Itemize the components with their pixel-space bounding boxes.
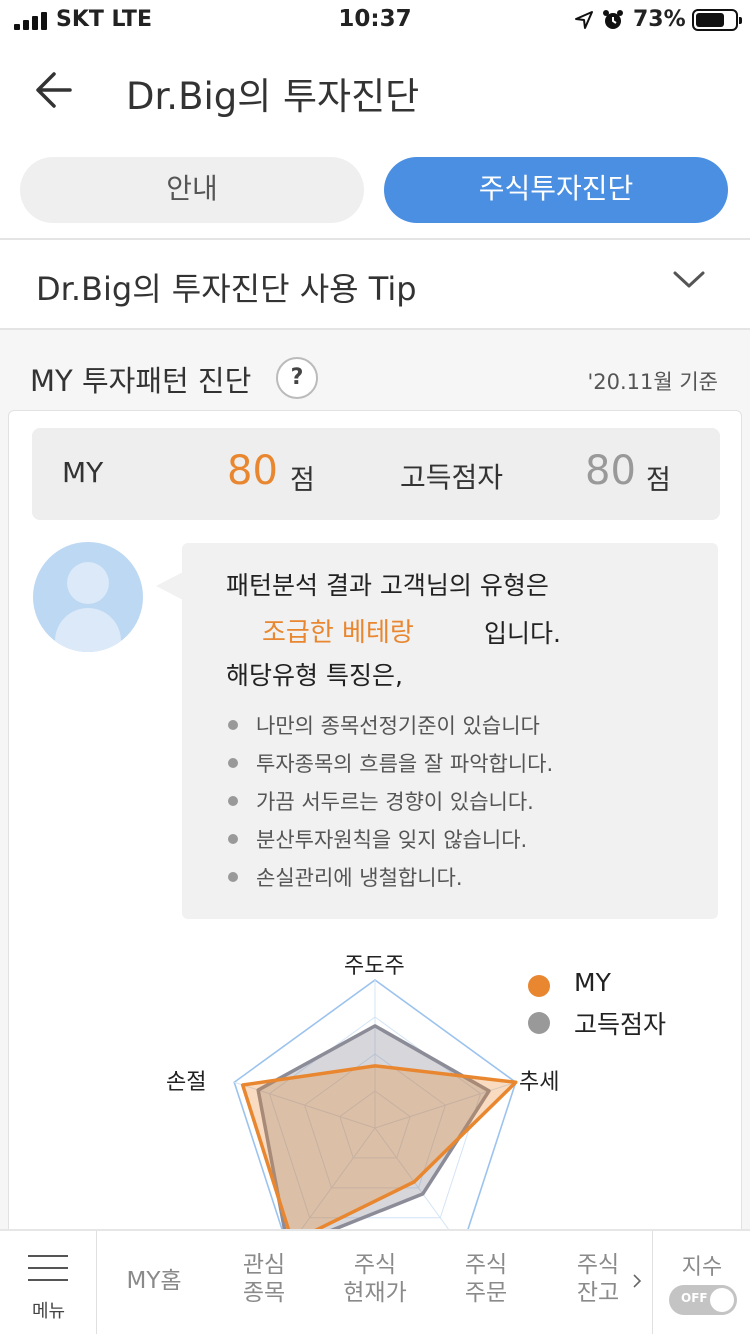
- app-header: Dr.Big의 투자진단: [0, 48, 750, 132]
- status-bar: SKT LTE 10:37 73%: [0, 0, 750, 40]
- bullet-icon: [228, 796, 238, 806]
- nav-my-home[interactable]: MY홈: [112, 1267, 196, 1295]
- nav-stock-balance[interactable]: 주식 잔고: [556, 1251, 640, 1307]
- top-score-unit: 점: [646, 465, 671, 496]
- nav-label: MY홈: [126, 1268, 182, 1294]
- bullet-icon: [228, 720, 238, 730]
- tab-stock-diagnosis[interactable]: 주식투자진단: [384, 157, 728, 223]
- top-score-value: 80: [585, 448, 636, 494]
- trait-item: 투자종목의 흐름을 잘 파악합니다.: [228, 748, 553, 778]
- nav-label: 종목: [242, 1280, 286, 1306]
- help-icon[interactable]: ?: [276, 357, 318, 399]
- nav-label: 관심: [242, 1252, 286, 1278]
- trait-text: 손실관리에 냉철합니다.: [256, 866, 463, 890]
- nav-label: 주식: [464, 1252, 508, 1278]
- avatar: [33, 542, 143, 652]
- diagnosis-intro: 패턴분석 결과 고객님의 유형은: [226, 571, 549, 600]
- alarm-icon: [603, 10, 623, 29]
- avatar-body: [55, 608, 121, 652]
- menu-label: 메뉴: [31, 1301, 66, 1322]
- axis-label-stoploss: 손절: [166, 1070, 207, 1095]
- nav-watchlist[interactable]: 관심 종목: [222, 1251, 306, 1307]
- index-toggle[interactable]: OFF: [669, 1285, 737, 1315]
- trait-text: 투자종목의 흐름을 잘 파악합니다.: [256, 752, 554, 776]
- bubble-tail: [156, 572, 183, 600]
- toggle-knob: [710, 1288, 734, 1312]
- hamburger-icon: [28, 1255, 68, 1285]
- battery-percent: 73%: [633, 7, 686, 32]
- nav-label: 현재가: [343, 1280, 407, 1306]
- bottom-nav: 메뉴 MY홈 관심 종목 주식 현재가 주식 주문 주식 잔고 지수 OFF: [0, 1229, 750, 1334]
- my-score-value: 80: [227, 448, 278, 494]
- radar-chart: 주도주 추세 손절 MY 고득점자: [0, 930, 750, 1230]
- trait-item: 손실관리에 냉철합니다.: [228, 862, 463, 892]
- chevron-down-icon[interactable]: [672, 268, 706, 290]
- index-panel: 지수 OFF: [652, 1231, 750, 1334]
- trait-text: 분산투자원칙을 잊지 않습니다.: [256, 828, 528, 852]
- chevron-right-icon[interactable]: [632, 1273, 642, 1289]
- trait-item: 가끔 서두르는 경향이 있습니다.: [228, 786, 534, 816]
- diagnosis-suffix: 입니다.: [484, 619, 561, 648]
- location-arrow-icon: [575, 11, 593, 29]
- index-label: 지수: [681, 1255, 723, 1280]
- investor-type: 조급한 베테랑: [262, 618, 414, 648]
- nav-stock-price[interactable]: 주식 현재가: [330, 1251, 420, 1307]
- tip-title: Dr.Big의 투자진단 사용 Tip: [36, 270, 417, 308]
- as-of-date: '20.11월 기준: [587, 370, 718, 394]
- axis-label-trend: 추세: [519, 1070, 560, 1095]
- legend-my-marker: [528, 975, 550, 997]
- nav-label: 주식: [353, 1252, 397, 1278]
- trait-text: 가끔 서두르는 경향이 있습니다.: [256, 790, 534, 814]
- my-score-unit: 점: [290, 465, 315, 496]
- nav-label: 주식: [576, 1252, 620, 1278]
- legend-top-label: 고득점자: [574, 1010, 667, 1039]
- section-title: MY 투자패턴 진단: [30, 364, 252, 398]
- nav-stock-order[interactable]: 주식 주문: [444, 1251, 528, 1307]
- menu-button[interactable]: 메뉴: [0, 1231, 97, 1334]
- trait-item: 분산투자원칙을 잊지 않습니다.: [228, 824, 527, 854]
- nav-label: 잔고: [576, 1280, 620, 1306]
- bullet-icon: [228, 758, 238, 768]
- toggle-state: OFF: [681, 1291, 708, 1305]
- traits-heading: 해당유형 특징은,: [226, 661, 403, 690]
- legend-top-marker: [528, 1012, 550, 1034]
- back-arrow-icon[interactable]: [30, 66, 82, 114]
- avatar-head: [67, 562, 109, 604]
- tip-accordion[interactable]: Dr.Big의 투자진단 사용 Tip: [0, 240, 750, 328]
- page-title: Dr.Big의 투자진단: [126, 75, 420, 118]
- bullet-icon: [228, 834, 238, 844]
- legend-my-label: MY: [574, 968, 611, 997]
- bullet-icon: [228, 872, 238, 882]
- battery-icon: [692, 9, 742, 31]
- nav-label: 주문: [464, 1280, 508, 1306]
- trait-item: 나만의 종목선정기준이 있습니다: [228, 710, 540, 740]
- tab-info[interactable]: 안내: [20, 157, 364, 223]
- my-score-label: MY: [62, 456, 104, 489]
- axis-label-leader: 주도주: [344, 954, 405, 979]
- top-score-label: 고득점자: [400, 461, 504, 494]
- trait-text: 나만의 종목선정기준이 있습니다: [256, 714, 540, 738]
